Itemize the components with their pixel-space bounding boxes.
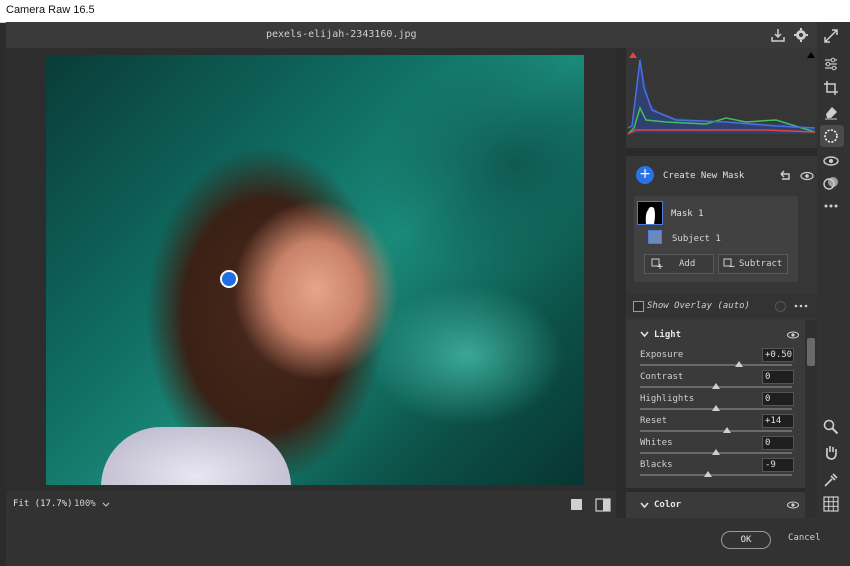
right-panel: + Create New Mask Mask 1 Subject 1 Add S…	[626, 48, 817, 518]
light-title: Light	[654, 330, 682, 340]
show-overlay-row: Show Overlay (auto)	[626, 294, 817, 318]
edit-sliders-icon[interactable]	[823, 56, 839, 72]
add-mask-icon	[651, 258, 663, 269]
add-label: Add	[679, 259, 696, 269]
slider-label: Whites	[640, 438, 673, 448]
subtract-label: Subtract	[739, 259, 783, 269]
panel-scrollbar[interactable]	[805, 320, 817, 518]
settings-gear-icon[interactable]	[793, 27, 809, 43]
histogram	[626, 48, 817, 148]
subject-thumbnail[interactable]	[648, 230, 662, 244]
ok-button[interactable]: OK	[721, 531, 771, 549]
subject-name[interactable]: Subject 1	[672, 234, 721, 244]
slider-handle[interactable]	[704, 471, 713, 477]
slider-value-field[interactable]: 0	[762, 392, 794, 406]
light-visibility-eye-icon[interactable]	[787, 331, 799, 339]
overlay-color-swatch[interactable]	[775, 301, 786, 312]
image-canvas[interactable]	[6, 48, 616, 491]
crop-icon[interactable]	[823, 80, 839, 96]
slider-value-field[interactable]: 0	[762, 436, 794, 450]
slider-handle[interactable]	[712, 449, 720, 455]
top-toolbar: pexels-elijah-2343160.jpg	[6, 22, 817, 48]
mask-list: Mask 1 Subject 1 Add Subtract	[634, 196, 798, 282]
slider-label: Blacks	[640, 460, 673, 470]
create-mask-label: Create New Mask	[663, 171, 745, 181]
slider-track[interactable]	[640, 474, 792, 476]
file-name: pexels-elijah-2343160.jpg	[266, 29, 417, 40]
fullscreen-icon[interactable]	[823, 28, 839, 44]
slider-value-field[interactable]: +14	[762, 414, 794, 428]
plus-icon: +	[636, 166, 654, 184]
hand-icon[interactable]	[823, 444, 839, 460]
slider-label: Contrast	[640, 372, 684, 382]
save-icon[interactable]	[770, 27, 786, 43]
slider-value-field[interactable]: 0	[762, 370, 794, 384]
zoom-fit-button[interactable]: Fit (17.7%)	[6, 491, 73, 520]
scroll-thumb[interactable]	[807, 338, 815, 366]
subtract-mask-icon	[723, 258, 735, 267]
presets-icon[interactable]	[823, 175, 839, 191]
color-section: Color	[626, 492, 805, 518]
slider-track[interactable]	[640, 430, 792, 432]
title-bar: Camera Raw 16.5	[0, 0, 850, 23]
light-collapse-chevron-icon[interactable]	[640, 331, 649, 338]
color-collapse-chevron-icon[interactable]	[640, 502, 649, 509]
grid-icon[interactable]	[823, 496, 839, 512]
healing-eraser-icon[interactable]	[823, 104, 839, 120]
slider-handle[interactable]	[712, 405, 720, 411]
slider-label: Exposure	[640, 350, 684, 360]
slider-label: Reset	[640, 416, 668, 426]
reset-mask-icon[interactable]	[778, 170, 792, 182]
more-options-icon[interactable]	[823, 198, 839, 214]
photo-preview[interactable]	[46, 55, 584, 485]
eyedropper-icon[interactable]	[823, 472, 839, 488]
slider-handle[interactable]	[734, 361, 743, 367]
chevron-down-icon[interactable]	[102, 501, 110, 509]
light-section: Light Exposure +0.50 Contrast 0 Highlights 0 R…	[626, 320, 805, 488]
window-title: Camera Raw 16.5	[6, 4, 95, 16]
show-overlay-label: Show Overlay (auto)	[647, 301, 750, 311]
before-after-icon[interactable]	[570, 498, 584, 512]
overlay-more-icon[interactable]	[794, 304, 808, 308]
color-title: Color	[654, 500, 682, 510]
photo-shirt-area	[101, 427, 291, 485]
show-overlay-checkbox[interactable]	[633, 301, 644, 312]
mask-name[interactable]: Mask 1	[671, 209, 704, 219]
red-eye-icon[interactable]	[823, 153, 839, 169]
cancel-button[interactable]: Cancel	[788, 533, 821, 543]
split-view-icon[interactable]	[595, 498, 611, 512]
view-bar: Fit (17.7%) 100%	[6, 491, 616, 520]
mask-thumbnail[interactable]	[637, 201, 663, 225]
masking-icon[interactable]	[823, 128, 839, 144]
slider-handle[interactable]	[712, 383, 720, 389]
zoom-icon[interactable]	[823, 419, 839, 435]
mask-visibility-eye-icon[interactable]	[800, 171, 814, 181]
slider-value-field[interactable]: +0.50	[762, 348, 794, 362]
dialog-footer: OK Cancel	[6, 518, 850, 566]
add-button[interactable]: Add	[644, 254, 714, 274]
mask-pin[interactable]	[220, 270, 238, 288]
color-visibility-eye-icon[interactable]	[787, 501, 799, 509]
slider-value-field[interactable]: -9	[762, 458, 794, 472]
slider-label: Highlights	[640, 394, 695, 404]
slider-track[interactable]	[640, 364, 792, 366]
subtract-button[interactable]: Subtract	[718, 254, 788, 274]
tool-strip	[817, 22, 850, 520]
slider-handle[interactable]	[722, 427, 731, 433]
